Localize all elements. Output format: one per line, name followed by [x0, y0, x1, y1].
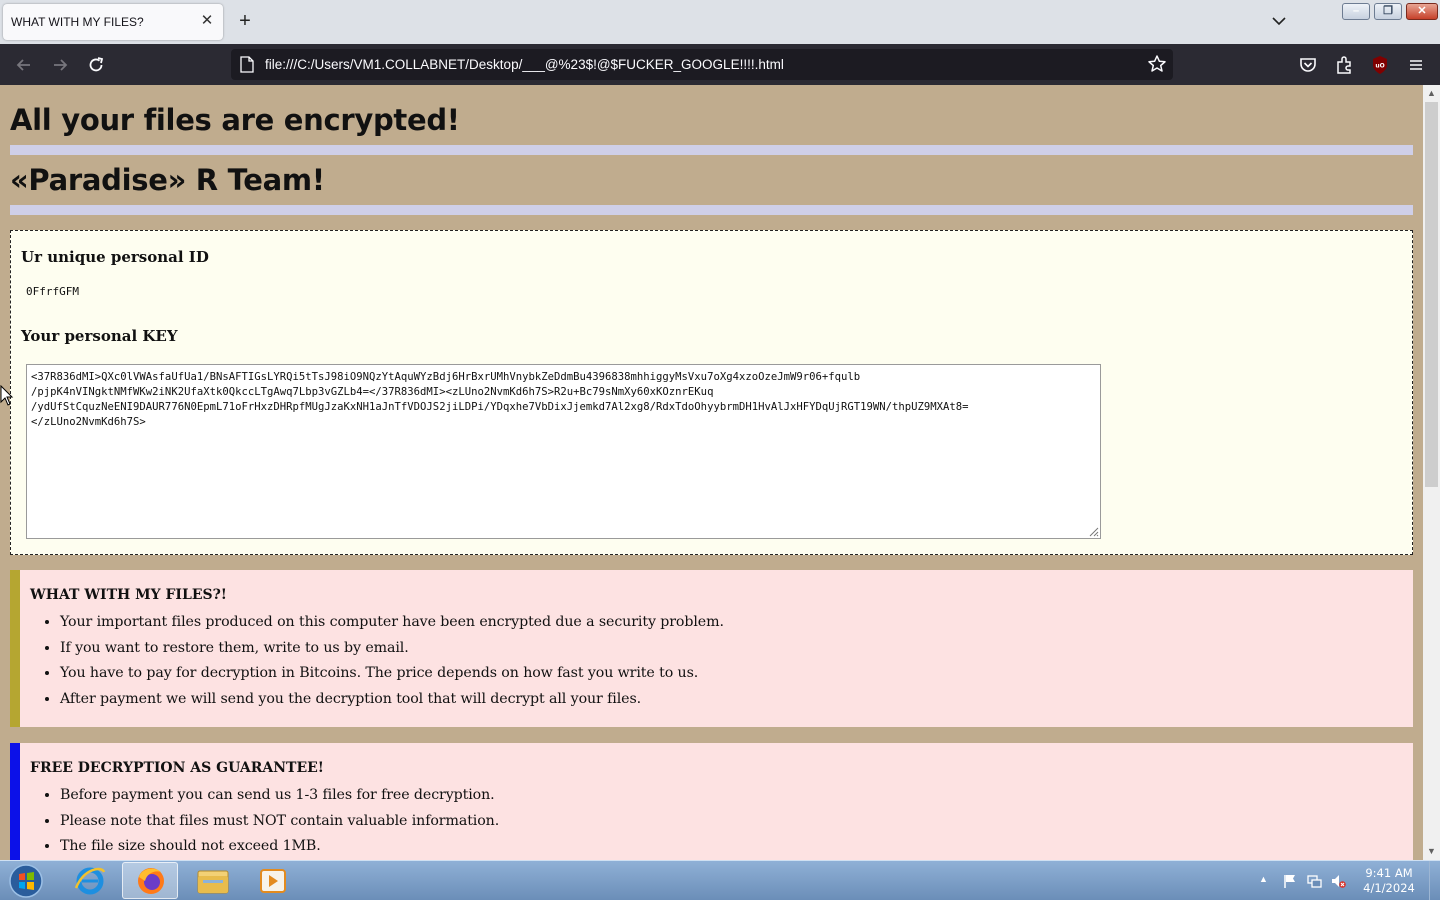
personal-id-box: Ur unique personal ID 0FfrfGFM Your pers… [10, 230, 1413, 555]
list-item: Your important files produced on this co… [60, 614, 724, 640]
volume-muted-icon[interactable] [1330, 873, 1346, 889]
star-icon[interactable] [1147, 54, 1167, 74]
team-heading: «Paradise» R Team! [10, 163, 325, 197]
vertical-scrollbar[interactable]: ▲ ▼ [1423, 85, 1440, 860]
list-item: You have to pay for decryption in Bitcoi… [60, 665, 724, 691]
resize-grip-icon[interactable] [1087, 525, 1099, 537]
tab-close-icon[interactable]: ✕ [199, 13, 215, 29]
files-info-note: WHAT WITH MY FILES?! Your important file… [10, 570, 1413, 727]
window-minimize-button[interactable]: – [1342, 3, 1370, 20]
free-decryption-list: Before payment you can send us 1-3 files… [60, 787, 499, 860]
clock-date: 4/1/2024 [1363, 881, 1415, 895]
system-clock[interactable]: 9:41 AM 4/1/2024 [1358, 866, 1420, 896]
active-tab[interactable]: WHAT WITH MY FILES? ✕ [3, 4, 223, 40]
forward-arrow-icon[interactable] [49, 54, 71, 76]
list-item: If you want to restore them, write to us… [60, 640, 724, 666]
page-icon [240, 56, 254, 73]
show-desktop-button[interactable] [1429, 861, 1440, 900]
tab-strip: WHAT WITH MY FILES? ✕ + – ❐ ✕ [0, 0, 1440, 44]
page-viewport: All your files are encrypted! «Paradise»… [0, 85, 1423, 860]
action-center-flag-icon[interactable] [1282, 873, 1298, 889]
mouse-cursor-icon [0, 385, 14, 406]
back-arrow-icon[interactable] [13, 54, 35, 76]
reload-icon[interactable] [85, 54, 107, 76]
window-restore-button[interactable]: ❐ [1374, 3, 1402, 20]
list-item: Before payment you can send us 1-3 files… [60, 787, 499, 813]
window-close-button[interactable]: ✕ [1406, 3, 1438, 20]
tab-title: WHAT WITH MY FILES? [11, 15, 144, 29]
personal-key-textarea[interactable]: <37R836dMI>QXc0lVWAsfaUfUa1/BNsAFTIGsLYR… [26, 364, 1101, 539]
personal-id-value: 0FfrfGFM [26, 285, 79, 298]
scroll-down-arrow-icon[interactable]: ▼ [1423, 843, 1440, 860]
free-decryption-title: FREE DECRYPTION AS GUARANTEE! [30, 760, 324, 776]
svg-text:uO: uO [1375, 63, 1384, 70]
file-explorer-icon[interactable] [185, 862, 241, 899]
list-item: The file size should not exceed 1MB. [60, 838, 499, 860]
divider [10, 145, 1413, 155]
files-info-list: Your important files produced on this co… [60, 614, 724, 716]
clock-time: 9:41 AM [1365, 866, 1413, 880]
personal-id-label: Ur unique personal ID [21, 248, 209, 266]
navigation-toolbar: file:///C:/Users/VM1.COLLABNET/Desktop/_… [0, 44, 1440, 85]
files-info-title: WHAT WITH MY FILES?! [30, 587, 227, 603]
list-item: Please note that files must NOT contain … [60, 813, 499, 839]
personal-key-label: Your personal KEY [21, 327, 178, 345]
ublock-icon[interactable]: uO [1369, 54, 1391, 76]
hamburger-menu-icon[interactable] [1405, 54, 1427, 76]
internet-explorer-icon[interactable] [62, 862, 118, 899]
pocket-icon[interactable] [1297, 54, 1319, 76]
media-player-icon[interactable] [245, 862, 301, 899]
firefox-icon[interactable] [122, 862, 178, 899]
tab-list-chevron-icon[interactable] [1270, 12, 1288, 30]
extensions-icon[interactable] [1333, 54, 1355, 76]
list-item: After payment we will send you the decry… [60, 691, 724, 717]
new-tab-button[interactable]: + [234, 10, 256, 32]
page-title: All your files are encrypted! [10, 103, 460, 137]
scroll-up-arrow-icon[interactable]: ▲ [1423, 85, 1440, 102]
url-text[interactable]: file:///C:/Users/VM1.COLLABNET/Desktop/_… [265, 57, 784, 72]
taskbar: ▲ 9:41 AM 4/1/2024 [0, 860, 1440, 900]
divider [10, 205, 1413, 215]
windows-start-icon[interactable] [6, 862, 46, 900]
show-hidden-icons-icon[interactable]: ▲ [1259, 874, 1268, 884]
url-bar[interactable]: file:///C:/Users/VM1.COLLABNET/Desktop/_… [231, 49, 1173, 80]
scroll-thumb[interactable] [1425, 102, 1438, 487]
network-icon[interactable] [1306, 873, 1322, 889]
free-decryption-note: FREE DECRYPTION AS GUARANTEE! Before pay… [10, 743, 1413, 860]
